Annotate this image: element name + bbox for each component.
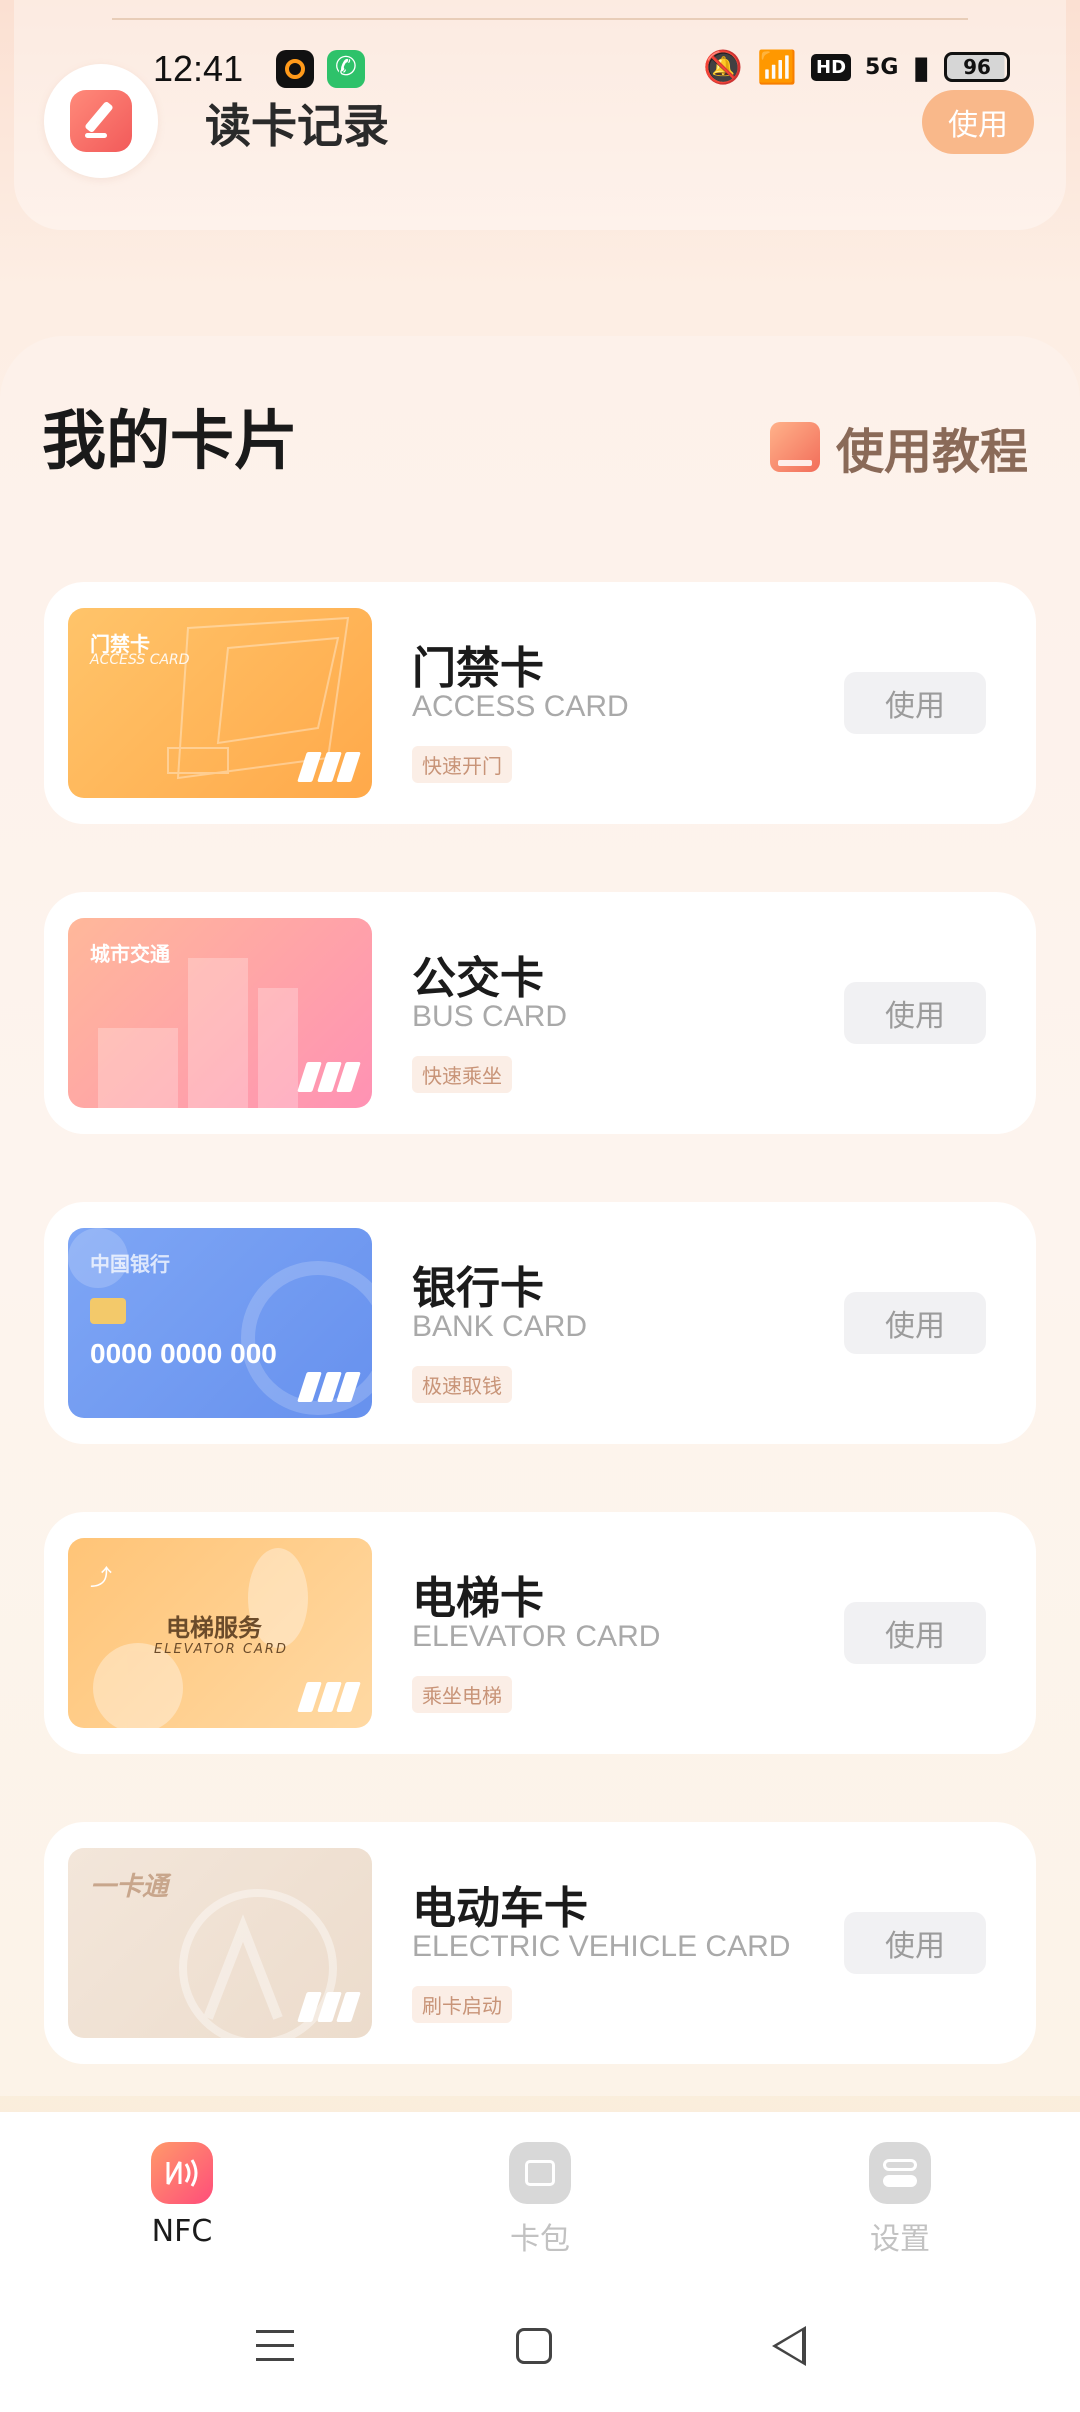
thumb-sub: ACCESS CARD [90, 652, 190, 668]
music-app-icon [276, 50, 314, 88]
network-type: 5G [865, 54, 899, 80]
card-english-name: ELECTRIC VEHICLE CARD [412, 1930, 791, 1963]
bank-card-thumbnail: 中国银行 0000 0000 000 [68, 1228, 372, 1418]
card-item-ev[interactable]: 一卡通 电动车卡 ELECTRIC VEHICLE CARD 刷卡启动 使用 [44, 1822, 1036, 2064]
edit-note-icon [70, 90, 132, 152]
card-number: 0000 0000 000 [90, 1338, 277, 1369]
wallet-icon [509, 2142, 571, 2204]
access-card-thumbnail: 门禁卡 ACCESS CARD [68, 608, 372, 798]
ev-card-thumbnail: 一卡通 [68, 1848, 372, 2038]
nav-item-settings[interactable]: 设置 [800, 2142, 1000, 2258]
stripes-logo [297, 1062, 361, 1092]
recent-apps-icon[interactable] [256, 2330, 294, 2364]
use-button[interactable]: 使用 [844, 1292, 986, 1354]
record-title[interactable]: 读卡记录 [205, 90, 389, 156]
card-english-name: ELEVATOR CARD [412, 1620, 661, 1653]
book-icon [770, 422, 820, 472]
system-navigation-bar [0, 2300, 1080, 2390]
nav-label: 设置 [870, 2222, 930, 2257]
tutorial-label: 使用教程 [836, 424, 1029, 480]
card-english-name: BANK CARD [412, 1310, 588, 1343]
stripes-logo [297, 1372, 361, 1402]
thumb-label: 中国银行 [90, 1252, 170, 1276]
card-tag: 快速开门 [412, 746, 512, 783]
status-time: 12:41 [153, 48, 244, 89]
card-tag: 刷卡启动 [412, 1986, 512, 2023]
card-name: 公交卡 [412, 953, 544, 1004]
settings-icon [869, 2142, 931, 2204]
tutorial-link[interactable]: 使用教程 [770, 412, 1028, 482]
thumb-label: 电梯服务 [166, 1614, 262, 1642]
card-item-bus[interactable]: 城市交通 公交卡 BUS CARD 快速乘坐 使用 [44, 892, 1036, 1134]
bus-card-thumbnail: 城市交通 [68, 918, 372, 1108]
status-bar: 12:41 🔕 📶 HD 5G ▮ 96 [0, 44, 1080, 96]
hd-badge: HD [811, 53, 852, 81]
card-name: 电动车卡 [412, 1883, 588, 1934]
battery-indicator: 96 [944, 52, 1010, 82]
escalator-icon: ⤴ [90, 1566, 113, 1591]
recent-record-panel [14, 0, 1066, 230]
signal-icon: ▮ [912, 48, 930, 86]
nav-item-wallet[interactable]: 卡包 [440, 2142, 640, 2258]
card-item-elevator[interactable]: ⤴ 电梯服务 ELEVATOR CARD 电梯卡 ELEVATOR CARD 乘… [44, 1512, 1036, 1754]
toggle-glyph [883, 2159, 917, 2187]
stripes-logo [297, 1992, 361, 2022]
thumb-label: 城市交通 [90, 942, 170, 966]
stripes-logo [297, 752, 361, 782]
stripes-logo [297, 1682, 361, 1712]
card-english-name: BUS CARD [412, 1000, 568, 1033]
card-item-access[interactable]: 门禁卡 ACCESS CARD 门禁卡 ACCESS CARD 快速开门 使用 [44, 582, 1036, 824]
elevator-card-thumbnail: ⤴ 电梯服务 ELEVATOR CARD [68, 1538, 372, 1728]
card-name: 银行卡 [412, 1263, 544, 1314]
nav-item-nfc[interactable]: NFC [82, 2142, 282, 2249]
card-english-name: ACCESS CARD [412, 690, 629, 723]
thumb-label: 一卡通 [90, 1872, 169, 1902]
phone-app-icon [327, 50, 365, 88]
use-button[interactable]: 使用 [844, 672, 986, 734]
section-title: 我的卡片 [42, 405, 298, 479]
card-tag: 快速乘坐 [412, 1056, 512, 1093]
thumb-sub: ELEVATOR CARD [154, 1642, 288, 1657]
card-name: 门禁卡 [412, 643, 544, 694]
nav-label: 卡包 [510, 2222, 570, 2257]
wifi-icon: 📶 [757, 48, 797, 86]
chip-icon [90, 1298, 126, 1324]
card-name: 电梯卡 [412, 1573, 544, 1624]
divider [112, 18, 968, 20]
use-button[interactable]: 使用 [844, 1602, 986, 1664]
nfc-waves-glyph [166, 2159, 198, 2187]
nfc-icon [151, 2142, 213, 2204]
record-use-button[interactable]: 使用 [922, 90, 1034, 154]
nav-label: NFC [151, 2214, 213, 2249]
card-tag: 乘坐电梯 [412, 1676, 512, 1713]
use-button[interactable]: 使用 [844, 982, 986, 1044]
card-tag: 极速取钱 [412, 1366, 512, 1403]
card-item-bank[interactable]: 中国银行 0000 0000 000 银行卡 BANK CARD 极速取钱 使用 [44, 1202, 1036, 1444]
wallet-glyph [525, 2160, 555, 2186]
mute-bell-icon: 🔕 [703, 48, 744, 86]
back-icon[interactable] [772, 2326, 806, 2366]
home-icon[interactable] [516, 2328, 552, 2364]
system-icons: 🔕 📶 HD 5G ▮ 96 [703, 48, 1010, 86]
use-button[interactable]: 使用 [844, 1912, 986, 1974]
